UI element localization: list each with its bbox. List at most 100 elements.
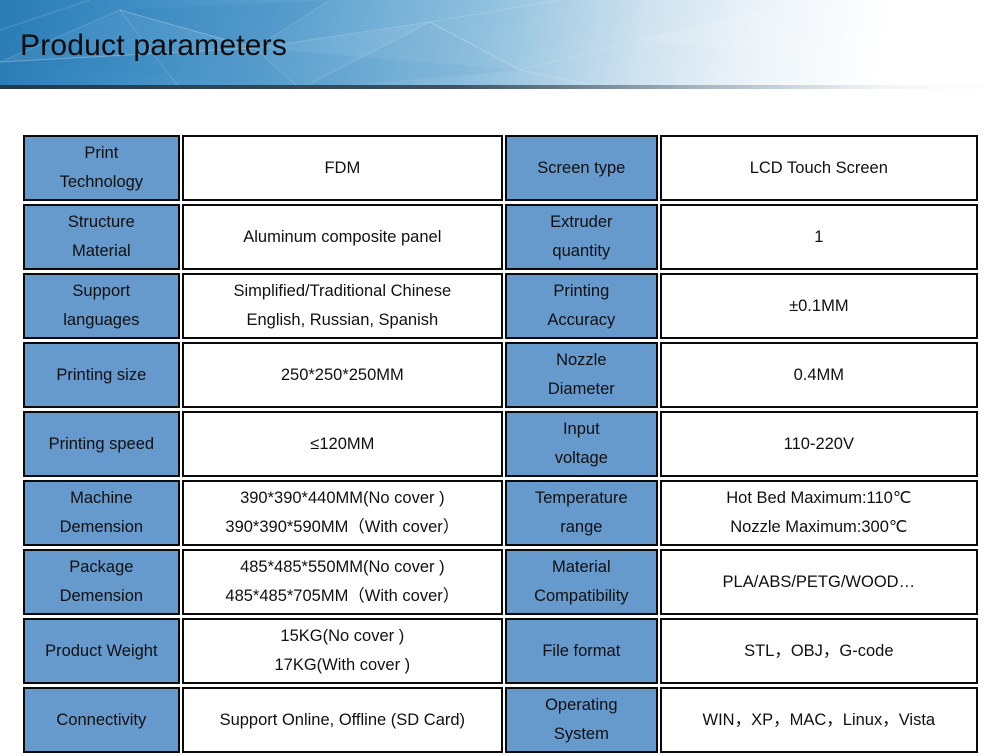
row-value-right: PLA/ABS/PETG/WOOD… — [659, 549, 978, 615]
row-label-right: Screen type — [505, 135, 658, 201]
page-header-banner: Product parameters — [0, 0, 1000, 89]
row-value-left: 15KG(No cover ) 17KG(With cover ) — [181, 618, 503, 684]
cell-text-line: 17KG(With cover ) — [274, 656, 411, 674]
row-value-left: Simplified/Traditional Chinese English, R… — [181, 273, 503, 339]
row-label-left: Support languages — [23, 273, 180, 339]
table-row: Printing size 250*250*250MM Nozzle Diamet… — [23, 342, 978, 408]
cell-text-line: LCD Touch Screen — [749, 158, 888, 177]
page-title: Product parameters — [20, 29, 288, 62]
cell-text-line: Material — [551, 558, 611, 576]
row-label-left: Package Demension — [23, 549, 180, 615]
row-value-right: Hot Bed Maximum:110℃ Nozzle Maximum:300℃ — [659, 480, 978, 546]
cell-text-line: Machine — [70, 489, 133, 507]
cell-text-line: Connectivity — [56, 710, 147, 729]
cell-text-line: languages — [63, 311, 140, 329]
cell-text-line: Extruder — [550, 213, 613, 231]
row-label-right: Printing Accuracy — [505, 273, 658, 339]
table-row: Support languages Simplified/Traditional … — [23, 273, 978, 339]
cell-text-line: Accuracy — [547, 311, 616, 329]
cell-text-line: 390*390*440MM(No cover ) — [240, 489, 445, 507]
cell-text-line: Simplified/Traditional Chinese — [233, 282, 452, 300]
cell-text-line: English, Russian, Spanish — [246, 311, 439, 329]
row-value-left: 390*390*440MM(No cover ) 390*390*590MM（Wi… — [181, 480, 503, 546]
row-label-left: Structure Material — [23, 204, 180, 270]
cell-text-line: WIN，XP，MAC，Linux，Vista — [702, 710, 936, 729]
cell-text-line: Screen type — [537, 158, 626, 177]
table-row: Machine Demension 390*390*440MM(No cover … — [23, 480, 978, 546]
cell-text-line: Printing — [553, 282, 610, 300]
cell-text-line: FDM — [324, 158, 361, 177]
cell-text-line: 250*250*250MM — [280, 365, 404, 384]
table-row: Structure Material Aluminum composite pan… — [23, 204, 978, 270]
cell-text-line: ±0.1MM — [789, 296, 849, 315]
cell-text-line: Product Weight — [45, 641, 158, 660]
table-row: Printing speed ≤120MM Input voltage 110-2… — [23, 411, 978, 477]
row-label-left: Connectivity — [23, 687, 180, 753]
cell-text-line: 485*485*550MM(No cover ) — [240, 558, 445, 576]
cell-text-line: Print — [84, 144, 119, 162]
table-row: Print Technology FDM Screen type LCD Touc… — [23, 135, 978, 201]
cell-text-line: Support Online, Offline (SD Card) — [219, 710, 466, 729]
cell-text-line: Nozzle Maximum:300℃ — [730, 518, 908, 536]
cell-text-line: PLA/ABS/PETG/WOOD… — [722, 572, 916, 591]
row-value-right: ±0.1MM — [659, 273, 978, 339]
row-value-left: 485*485*550MM(No cover ) 485*485*705MM（Wi… — [181, 549, 503, 615]
cell-text-line: File format — [542, 641, 621, 660]
row-value-right: LCD Touch Screen — [659, 135, 978, 201]
cell-text-line: 110-220V — [783, 434, 854, 453]
cell-text-line: 15KG(No cover ) — [280, 627, 405, 645]
row-label-left: Machine Demension — [23, 480, 180, 546]
row-label-right: Operating System — [505, 687, 658, 753]
cell-text-line: Printing size — [56, 365, 147, 384]
row-label-right: Nozzle Diameter — [505, 342, 658, 408]
product-parameters-table: Print Technology FDM Screen type LCD Touc… — [21, 132, 980, 756]
row-label-right: Temperature range — [505, 480, 658, 546]
row-value-left: Support Online, Offline (SD Card) — [181, 687, 503, 753]
row-label-right: Material Compatibility — [505, 549, 658, 615]
cell-text-line: Diameter — [547, 380, 615, 398]
cell-text-line: ≤120MM — [310, 434, 375, 453]
row-value-left: ≤120MM — [181, 411, 503, 477]
cell-text-line: 0.4MM — [793, 365, 845, 384]
cell-text-line: Printing speed — [48, 434, 155, 453]
cell-text-line: voltage — [554, 449, 608, 467]
cell-text-line: Compatibility — [534, 587, 629, 605]
cell-text-line: Hot Bed Maximum:110℃ — [726, 489, 912, 507]
row-value-right: 1 — [659, 204, 978, 270]
row-label-left: Printing size — [23, 342, 180, 408]
cell-text-line: Nozzle — [556, 351, 607, 369]
row-value-right: STL，OBJ，G-code — [659, 618, 978, 684]
cell-text-line: 1 — [814, 227, 824, 246]
cell-text-line: Technology — [59, 173, 144, 191]
table-row: Connectivity Support Online, Offline (SD… — [23, 687, 978, 753]
table-body: Print Technology FDM Screen type LCD Touc… — [23, 135, 978, 753]
row-value-right: WIN，XP，MAC，Linux，Vista — [659, 687, 978, 753]
cell-text-line: Structure — [67, 213, 135, 231]
cell-text-line: Material — [71, 242, 131, 260]
cell-text-line: 390*390*590MM（With cover） — [225, 518, 460, 536]
cell-text-line: Support — [72, 282, 131, 300]
row-label-right: Extruder quantity — [505, 204, 658, 270]
cell-text-line: Input — [562, 420, 600, 438]
row-value-left: Aluminum composite panel — [181, 204, 503, 270]
row-label-left: Product Weight — [23, 618, 180, 684]
cell-text-line: Aluminum composite panel — [243, 227, 442, 246]
cell-text-line: System — [553, 725, 609, 743]
row-value-left: FDM — [181, 135, 503, 201]
row-label-left: Print Technology — [23, 135, 180, 201]
cell-text-line: Package — [69, 558, 134, 576]
cell-text-line: 485*485*705MM（With cover） — [225, 587, 460, 605]
row-value-left: 250*250*250MM — [181, 342, 503, 408]
row-label-right: File format — [505, 618, 658, 684]
row-label-left: Printing speed — [23, 411, 180, 477]
cell-text-line: STL，OBJ，G-code — [744, 641, 894, 660]
row-value-right: 110-220V — [659, 411, 978, 477]
cell-text-line: quantity — [552, 242, 611, 260]
cell-text-line: Demension — [59, 587, 144, 605]
table-row: Product Weight 15KG(No cover ) 17KG(With … — [23, 618, 978, 684]
row-value-right: 0.4MM — [659, 342, 978, 408]
banner-bottom-shadow — [0, 85, 1000, 89]
table-row: Package Demension 485*485*550MM(No cover … — [23, 549, 978, 615]
cell-text-line: Operating — [545, 696, 618, 714]
cell-text-line: Demension — [59, 518, 144, 536]
